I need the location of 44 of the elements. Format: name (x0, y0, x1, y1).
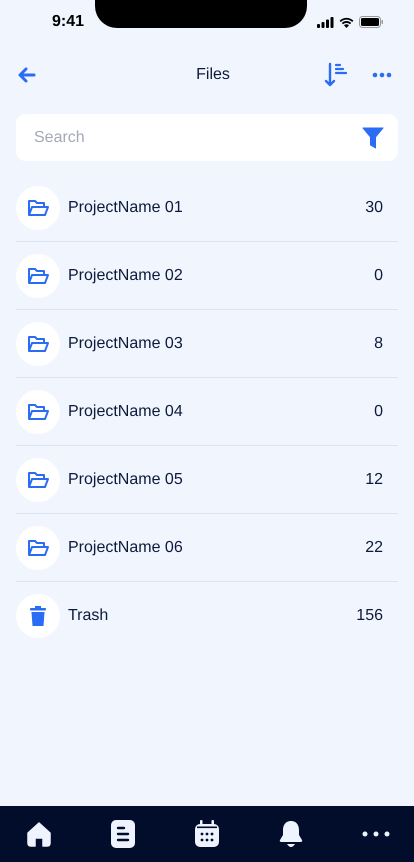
folder-list-item[interactable]: ProjectName 03 8 (16, 310, 398, 378)
home-tab[interactable] (26, 821, 52, 847)
more-tab[interactable] (362, 831, 390, 837)
item-name: ProjectName 06 (68, 538, 184, 556)
folder-list-item[interactable]: Trash 156 (16, 582, 398, 649)
item-name: ProjectName 02 (68, 266, 184, 284)
bell-tab[interactable] (279, 820, 303, 848)
document-tab[interactable] (111, 820, 135, 848)
item-name: Trash (68, 606, 110, 624)
item-name: ProjectName 01 (68, 198, 184, 216)
folder-icon (27, 402, 49, 422)
item-count: 0 (374, 266, 383, 284)
folder-list-item[interactable]: ProjectName 06 22 (16, 514, 398, 582)
folder-icon (27, 334, 49, 354)
folder-icon (27, 266, 49, 286)
item-count: 156 (356, 606, 383, 624)
folder-list-item[interactable]: ProjectName 05 12 (16, 446, 398, 514)
search-bar[interactable]: Search (16, 114, 398, 161)
folder-list-item[interactable]: ProjectName 01 30 (16, 174, 398, 242)
trash-icon (30, 606, 46, 626)
calendar-tab[interactable] (194, 820, 220, 848)
battery-icon (359, 16, 384, 28)
folder-list-item[interactable]: ProjectName 04 0 (16, 378, 398, 446)
folder-icon (27, 538, 49, 558)
folder-list-item[interactable]: ProjectName 02 0 (16, 242, 398, 310)
item-name: ProjectName 03 (68, 334, 184, 352)
item-name: ProjectName 04 (68, 402, 184, 420)
item-count: 22 (365, 538, 383, 556)
item-count: 8 (374, 334, 383, 352)
folder-icon (27, 198, 49, 218)
search-field[interactable]: Search (32, 128, 362, 148)
sort-icon (324, 62, 348, 88)
page-title: Files (195, 66, 231, 84)
item-count: 0 (374, 402, 383, 420)
back-arrow-icon (18, 67, 36, 83)
item-count: 12 (365, 470, 383, 488)
signal-icon (317, 16, 334, 28)
more-icon (372, 72, 392, 78)
wifi-icon (339, 16, 354, 28)
folder-icon (27, 470, 49, 490)
filter-icon[interactable] (362, 126, 384, 148)
status-time: 9:41 (52, 13, 84, 31)
item-name: ProjectName 05 (68, 470, 184, 488)
item-count: 30 (365, 198, 383, 216)
